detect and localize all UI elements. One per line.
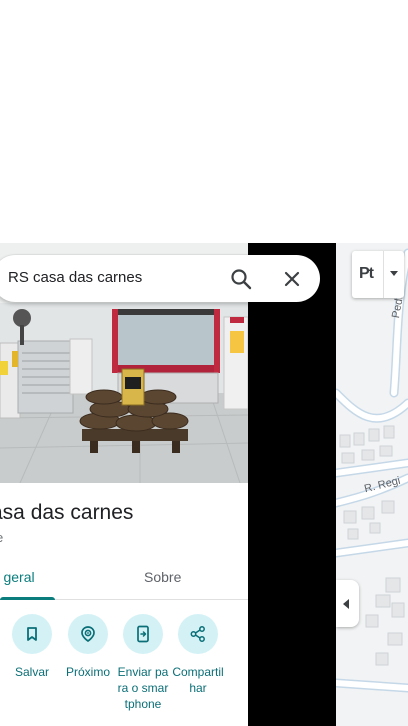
panel-gutter: [247, 243, 336, 726]
place-title: asa das carnes: [0, 501, 134, 524]
map-canvas[interactable]: Pedro R. Regi: [336, 243, 408, 726]
maps-app: Pedro R. Regi asa das carnes geral Sobre…: [0, 0, 408, 726]
send-to-phone-button[interactable]: Enviar para o smartphone: [114, 614, 172, 712]
tab-overview[interactable]: ão geral: [0, 569, 35, 585]
map-layer-divider: [383, 251, 384, 298]
tab-about[interactable]: Sobre: [144, 569, 181, 585]
search-icon[interactable]: [228, 266, 254, 292]
bookmark-icon: [27, 627, 37, 641]
nearby-button-circle: [68, 614, 108, 654]
share-button[interactable]: Compartilhar: [169, 614, 227, 696]
nearby-icon: [81, 626, 95, 643]
send-to-phone-label: Enviar para o smartphone: [117, 665, 169, 711]
share-icon: [190, 626, 205, 642]
action-row: Salvar Próximo Enviar para o smartphone …: [0, 614, 248, 726]
place-category: e: [0, 530, 3, 545]
save-button-circle: [12, 614, 52, 654]
collapse-panel-button[interactable]: [336, 580, 359, 627]
save-button[interactable]: Salvar: [3, 614, 61, 680]
save-button-label: Salvar: [14, 665, 49, 679]
nearby-button-label: Próximo: [65, 665, 110, 679]
place-panel: asa das carnes e ão geral Sobre Salvar: [0, 243, 248, 726]
search-box[interactable]: RS casa das carnes: [0, 255, 320, 302]
map-layer-label: Pt: [359, 265, 374, 282]
search-input[interactable]: RS casa das carnes: [8, 269, 142, 286]
send-to-phone-icon: [137, 625, 149, 643]
place-tabs: ão geral Sobre: [0, 557, 248, 600]
share-button-circle: [178, 614, 218, 654]
chevron-left-icon: [343, 599, 349, 609]
tab-selected-indicator: [0, 597, 55, 600]
close-icon[interactable]: [280, 267, 304, 291]
share-button-label: Compartilhar: [172, 665, 224, 695]
nearby-button[interactable]: Próximo: [59, 614, 117, 680]
chevron-down-icon[interactable]: [390, 271, 398, 276]
map-layer-button[interactable]: Pt: [352, 251, 404, 298]
send-to-phone-circle: [123, 614, 163, 654]
